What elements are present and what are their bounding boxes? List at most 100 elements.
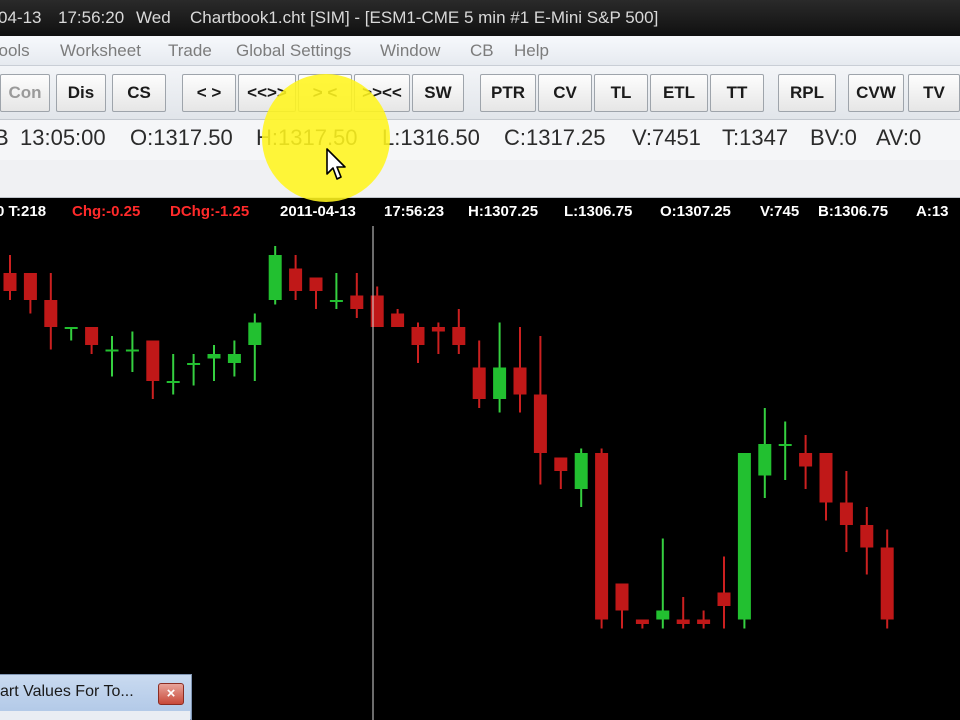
shift-button[interactable]: < > (182, 74, 236, 112)
close-icon[interactable]: × (158, 683, 184, 705)
menu-global-settings[interactable]: Global Settings (236, 36, 351, 66)
readout-close: C:1317.25 (504, 125, 606, 150)
dis-button[interactable]: Dis (56, 74, 106, 112)
readout-open: O:1317.50 (130, 125, 233, 150)
cs-button[interactable]: CS (112, 74, 166, 112)
candle-body (697, 619, 711, 624)
title-document: Chartbook1.cht [SIM] - [ESM1-CME 5 min #… (190, 8, 659, 27)
menu-cb[interactable]: CB (470, 36, 494, 66)
header-change: Chg:-0.25 (72, 203, 141, 220)
cv-button[interactable]: CV (538, 74, 592, 112)
readout-bid-volume: BV:0 (810, 125, 857, 150)
candle-body (350, 295, 364, 309)
candle-body (880, 547, 894, 620)
readout-trades: T:1347 (722, 125, 789, 150)
cvw-button[interactable]: CVW (848, 74, 904, 112)
candle-body (187, 363, 201, 365)
candle-body (574, 453, 588, 489)
bar-data-readout: B 13:05:00 O:1317.50 H:1317.50 L:1316.50… (0, 120, 960, 160)
candle-body (125, 349, 139, 352)
candle-body (839, 502, 853, 525)
candle-body (248, 322, 262, 345)
popup-body (0, 711, 190, 720)
candle-body (635, 619, 649, 624)
chart-header-readout: 0 T:218 Chg:-0.25 DChg:-1.25 2011-04-13 … (0, 198, 960, 226)
readout-low: L:1316.50 (382, 125, 480, 150)
header-bid: B:1306.75 (818, 203, 889, 220)
title-time: 17:56:20 (58, 8, 125, 27)
price-chart[interactable] (0, 216, 960, 720)
candle-body (737, 453, 751, 620)
header-low: L:1306.75 (564, 203, 633, 220)
candle-body (758, 444, 772, 476)
readout-volume: V:7451 (632, 125, 701, 150)
header-open: O:1307.25 (660, 203, 731, 220)
chart-values-popup[interactable]: art Values For To... × (0, 674, 192, 720)
candle-body (411, 327, 425, 345)
candle-body (166, 381, 180, 383)
candle-body (44, 300, 58, 327)
candle-body (268, 255, 282, 300)
readout-time: 13:05:00 (20, 125, 106, 150)
candle-body (452, 327, 466, 345)
candle-body (391, 313, 405, 327)
candle-body (676, 619, 690, 624)
header-volume: V:745 (760, 203, 800, 220)
readout-ask-volume: AV:0 (876, 125, 922, 150)
readout-prefix: B (0, 125, 9, 150)
menu-worksheet[interactable]: Worksheet (60, 36, 141, 66)
sw-button[interactable]: SW (412, 74, 464, 112)
menu-trade[interactable]: Trade (168, 36, 212, 66)
candle-body (85, 327, 99, 345)
candle-body (493, 367, 507, 399)
candle-body (64, 327, 78, 329)
candle-body (146, 340, 160, 381)
candle-body (595, 453, 609, 620)
candle-body (513, 367, 527, 395)
candle-body (819, 453, 833, 503)
candles-group (3, 246, 894, 629)
rpl-button[interactable]: RPL (778, 74, 836, 112)
header-trades: 0 T:218 (0, 203, 47, 220)
candle-body (289, 268, 303, 291)
compress-more-button[interactable]: >><< (354, 74, 410, 112)
title-date: 04-13 (0, 8, 42, 27)
menu-window[interactable]: Window (380, 36, 440, 66)
candle-body (799, 453, 813, 467)
etl-button[interactable]: ETL (650, 74, 708, 112)
header-daily-change: DChg:-1.25 (170, 203, 250, 220)
candle-body (3, 273, 17, 291)
header-ask: A:13 (916, 203, 949, 220)
compress-button[interactable]: > < (298, 74, 352, 112)
tv-button[interactable]: TV (908, 74, 960, 112)
candle-body (105, 349, 119, 352)
candle-body (778, 444, 792, 446)
candle-body (23, 273, 37, 300)
menu-bar: Tools Worksheet Trade Global Settings Wi… (0, 36, 960, 66)
candlestick-chart[interactable] (0, 216, 960, 720)
tl-button[interactable]: TL (594, 74, 648, 112)
candle-body (329, 300, 343, 302)
candle-body (554, 457, 568, 471)
expand-button[interactable]: <<>> (238, 74, 296, 112)
candle-body (533, 394, 547, 453)
secondary-toolbar-strip (0, 160, 960, 198)
readout-high: H:1317.50 (256, 125, 358, 150)
candle-body (860, 525, 874, 548)
candle-body (309, 277, 323, 291)
candle-body (472, 367, 486, 399)
con-button[interactable]: Con (0, 74, 50, 112)
menu-tools[interactable]: Tools (0, 36, 30, 66)
chart-toolbar: Con Dis CS < > <<>> > < >><< SW PTR CV T… (0, 66, 960, 120)
candle-body (656, 610, 670, 620)
tt-button[interactable]: TT (710, 74, 764, 112)
header-date: 2011-04-13 (280, 203, 356, 220)
candle-body (615, 583, 629, 611)
candle-body (717, 592, 731, 606)
candle-body (207, 354, 221, 359)
candle-body (431, 327, 445, 332)
ptr-button[interactable]: PTR (480, 74, 536, 112)
title-day: Wed (136, 8, 171, 27)
menu-help[interactable]: Help (514, 36, 549, 66)
candle-body (227, 354, 241, 363)
